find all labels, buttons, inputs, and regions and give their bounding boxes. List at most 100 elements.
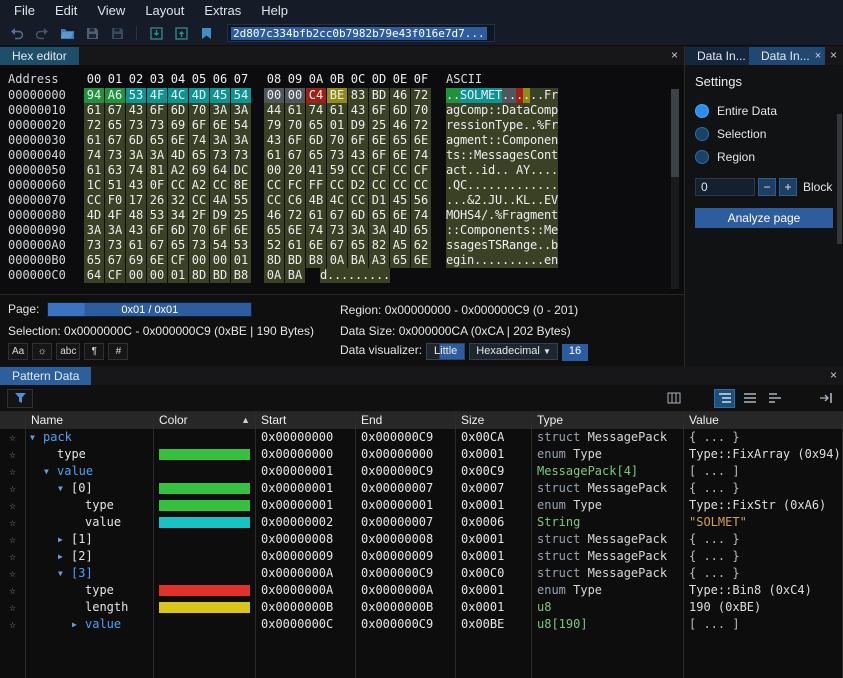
hex-byte-cell[interactable]: 20 <box>285 163 305 178</box>
ascii-char-cell[interactable]: S <box>467 208 474 223</box>
ascii-char-cell[interactable]: e <box>544 253 551 268</box>
visualizer-count-input[interactable]: 16 <box>562 344 588 361</box>
ascii-char-cell[interactable]: y <box>502 118 509 133</box>
ascii-char-cell[interactable]: s <box>523 148 530 163</box>
outline-view-icon[interactable] <box>764 389 785 408</box>
column-header-size[interactable]: Size <box>456 412 532 429</box>
hex-byte-cell[interactable]: FC <box>285 178 305 193</box>
hex-byte-cell[interactable]: D9 <box>210 208 230 223</box>
hex-byte-cell[interactable]: 74 <box>189 133 209 148</box>
ascii-char-cell[interactable]: : <box>467 148 474 163</box>
ascii-char-cell[interactable]: n <box>509 223 516 238</box>
ascii-char-cell[interactable]: n <box>467 253 474 268</box>
ascii-char-cell[interactable]: e <box>516 118 523 133</box>
hex-byte-cell[interactable]: BA <box>348 253 368 268</box>
ascii-char-cell[interactable]: p <box>481 223 488 238</box>
hex-byte-cell[interactable]: 67 <box>327 208 347 223</box>
ascii-char-cell[interactable]: . <box>516 253 523 268</box>
hex-byte-cell[interactable]: 61 <box>84 163 104 178</box>
pattern-row[interactable]: ☆▶[1]0x000000080x000000080x0001struct Me… <box>0 531 843 548</box>
ascii-char-cell[interactable]: n <box>474 133 481 148</box>
hex-byte-cell[interactable]: 65 <box>264 223 284 238</box>
scope-option-entire-data[interactable]: Entire Data <box>695 99 833 122</box>
ascii-char-cell[interactable]: : <box>488 133 495 148</box>
ascii-char-cell[interactable]: Y <box>523 163 530 178</box>
hex-byte-cell[interactable]: CC <box>390 163 410 178</box>
ascii-char-cell[interactable]: o <box>481 118 488 133</box>
export-icon[interactable] <box>172 24 190 42</box>
column-header-value[interactable]: Value <box>684 412 843 429</box>
hex-byte-cell[interactable]: 34 <box>168 208 188 223</box>
ascii-char-cell[interactable]: . <box>481 193 488 208</box>
tree-expand-icon[interactable]: ▼ <box>58 480 71 497</box>
hex-byte-cell[interactable]: 54 <box>231 88 251 103</box>
favorite-star-icon[interactable]: ☆ <box>0 565 26 582</box>
hex-byte-cell[interactable]: 3A <box>126 148 146 163</box>
ascii-char-cell[interactable]: p <box>509 118 516 133</box>
favorite-star-icon[interactable]: ☆ <box>0 429 26 446</box>
scroll-end-icon[interactable] <box>815 389 836 408</box>
favorite-star-icon[interactable]: ☆ <box>0 446 26 463</box>
hex-byte-cell[interactable]: 4D <box>84 208 104 223</box>
ascii-char-cell[interactable]: t <box>516 223 523 238</box>
ascii-char-cell[interactable]: e <box>502 223 509 238</box>
ascii-char-cell[interactable]: n <box>544 208 551 223</box>
hex-byte-cell[interactable]: 43 <box>126 223 146 238</box>
ascii-char-cell[interactable]: r <box>446 118 453 133</box>
hex-byte-cell[interactable]: 0F <box>147 178 167 193</box>
hex-byte-cell[interactable]: 61 <box>84 103 104 118</box>
hex-byte-cell[interactable]: 69 <box>168 118 188 133</box>
encoding-toggle-button[interactable]: ¶ <box>84 343 104 360</box>
hex-byte-cell[interactable]: 54 <box>210 238 230 253</box>
hex-byte-cell[interactable]: 67 <box>105 103 125 118</box>
hash-input[interactable]: 2d807c334bfb2cc0b7982b79e43f016e7d7... <box>227 24 495 42</box>
column-header-start[interactable]: Start <box>256 412 356 429</box>
hex-byte-cell[interactable]: 00 <box>264 88 284 103</box>
ascii-char-cell[interactable]: e <box>474 238 481 253</box>
ascii-char-cell[interactable]: . <box>460 193 467 208</box>
radio-button-selected[interactable] <box>695 104 709 118</box>
ascii-char-cell[interactable]: C <box>530 148 537 163</box>
pattern-row[interactable]: ☆▶value0x0000000C0x000000C90x00BEu8[190]… <box>0 616 843 633</box>
hex-byte-cell[interactable]: 70 <box>285 118 305 133</box>
ascii-char-cell[interactable]: m <box>516 133 523 148</box>
hex-byte-cell[interactable]: 79 <box>264 118 284 133</box>
hex-byte-cell[interactable]: 8E <box>231 178 251 193</box>
hex-byte-cell[interactable]: C6 <box>285 193 305 208</box>
hex-byte-cell[interactable]: B8 <box>231 268 251 283</box>
hex-byte-cell[interactable]: 69 <box>189 163 209 178</box>
hex-byte-cell[interactable]: 6E <box>231 223 251 238</box>
ascii-char-cell[interactable]: o <box>467 103 474 118</box>
ascii-char-cell[interactable]: . <box>502 178 509 193</box>
ascii-char-cell[interactable]: 4 <box>474 208 481 223</box>
ascii-char-cell[interactable]: C <box>530 103 537 118</box>
hex-byte-cell[interactable]: 61 <box>84 133 104 148</box>
favorite-star-icon[interactable]: ☆ <box>0 497 26 514</box>
hex-byte-cell[interactable]: 3A <box>348 223 368 238</box>
hex-byte-cell[interactable]: 25 <box>231 208 251 223</box>
ascii-char-cell[interactable]: a <box>516 208 523 223</box>
ascii-char-cell[interactable]: . <box>467 163 474 178</box>
ascii-char-cell[interactable]: E <box>488 88 495 103</box>
ascii-char-cell[interactable]: E <box>544 193 551 208</box>
menu-file[interactable]: File <box>4 1 45 20</box>
hex-byte-cell[interactable]: 46 <box>264 208 284 223</box>
ascii-char-cell[interactable]: . <box>495 178 502 193</box>
hex-byte-cell[interactable]: 6D <box>126 133 146 148</box>
hex-byte-cell[interactable]: 73 <box>147 118 167 133</box>
ascii-char-cell[interactable]: i <box>460 253 467 268</box>
hex-byte-cell[interactable]: CC <box>168 178 188 193</box>
hex-byte-cell[interactable]: CC <box>348 193 368 208</box>
hex-byte-cell[interactable]: D1 <box>369 193 389 208</box>
hex-byte-cell[interactable]: 62 <box>411 238 431 253</box>
ascii-char-cell[interactable]: . <box>488 208 495 223</box>
hex-byte-cell[interactable]: 6E <box>306 238 326 253</box>
ascii-char-cell[interactable]: . <box>495 253 502 268</box>
ascii-char-cell[interactable]: e <box>551 223 558 238</box>
ascii-char-cell[interactable]: b <box>551 238 558 253</box>
block-size-increment-button[interactable]: + <box>779 178 797 196</box>
hex-byte-cell[interactable]: 48 <box>126 208 146 223</box>
ascii-char-cell[interactable]: s <box>453 148 460 163</box>
undo-icon[interactable] <box>8 24 26 42</box>
hex-byte-cell[interactable]: 6D <box>168 223 188 238</box>
